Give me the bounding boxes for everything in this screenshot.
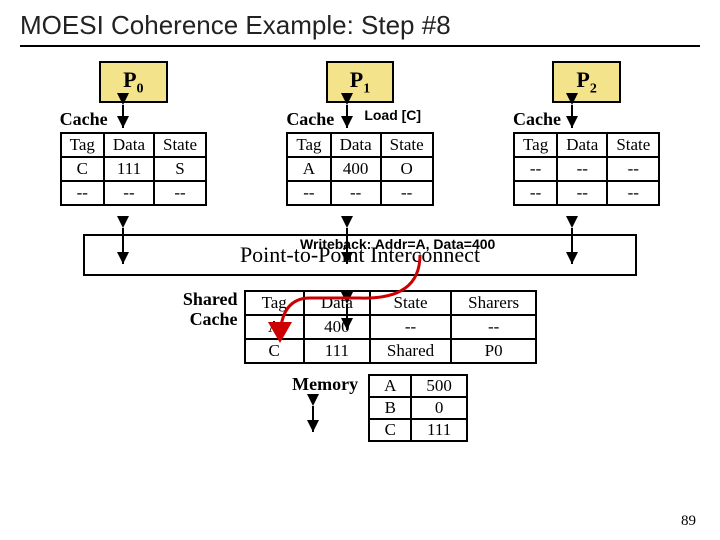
cache-p2: Cache TagDataState ------ ------ [513, 109, 660, 206]
shared-cache-row: SharedCache TagDataStateSharers A400----… [20, 290, 700, 364]
cache-table-p1: TagDataState A400O ------ [286, 132, 433, 206]
processor-p0: P0 [99, 61, 167, 103]
memory-table: A500 B0 C111 [368, 374, 468, 442]
processor-p2: P2 [552, 61, 620, 103]
writeback-annotation: Writeback: Addr=A, Data=400 [300, 236, 495, 252]
shared-cache-table: TagDataStateSharers A400---- C111SharedP… [244, 290, 538, 364]
cache-label: Cache [513, 109, 660, 130]
processor-row: P0 P1 P2 [20, 61, 700, 103]
cache-table-p0: TagDataState C111S ------ [60, 132, 207, 206]
slide-number: 89 [681, 513, 696, 530]
processor-p1: P1 [326, 61, 394, 103]
load-annotation: Load [C] [364, 107, 421, 123]
cache-table-p2: TagDataState ------ ------ [513, 132, 660, 206]
memory-row: Memory A500 B0 C111 [60, 374, 700, 442]
cache-p0: Cache TagDataState C111S ------ [60, 109, 207, 206]
slide-title: MOESI Coherence Example: Step #8 [20, 10, 700, 47]
cache-row: Cache TagDataState C111S ------ Load [C]… [20, 109, 700, 206]
cache-p1: Load [C] Cache TagDataState A400O ------ [286, 109, 433, 206]
shared-cache-label: SharedCache [183, 290, 238, 330]
cache-label: Cache [60, 109, 207, 130]
memory-label: Memory [292, 374, 358, 395]
